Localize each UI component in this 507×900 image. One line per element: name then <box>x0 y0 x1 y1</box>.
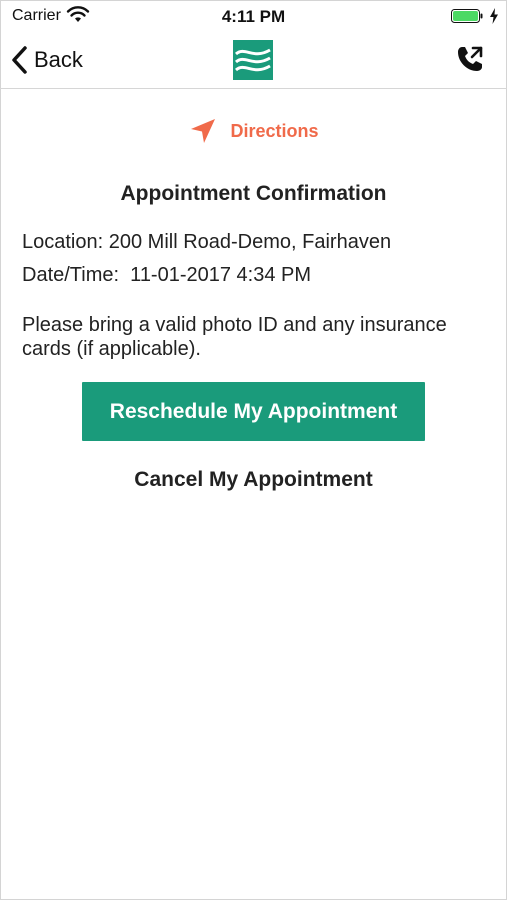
back-label: Back <box>34 47 83 72</box>
app-logo <box>233 40 273 80</box>
phone-call-icon[interactable] <box>455 44 485 74</box>
battery-icon <box>451 9 483 23</box>
instructions-text: Please bring a valid photo ID and any in… <box>22 314 447 360</box>
navigation-bar: Back <box>0 34 507 89</box>
cancel-appointment-button[interactable]: Cancel My Appointment <box>0 464 507 496</box>
back-button[interactable]: Back <box>10 42 83 78</box>
datetime-text: Date/Time: 11-01-2017 4:34 PM <box>22 264 312 286</box>
directions-label: Directions <box>230 120 319 141</box>
location-text: Location: 200 Mill Road-Demo, Fairhaven <box>22 231 392 253</box>
status-time: 4:11 PM <box>221 7 286 26</box>
navigation-arrow-icon <box>191 119 216 143</box>
chevron-left-icon <box>12 46 27 74</box>
page-title: Appointment Confirmation <box>120 182 387 205</box>
status-bar: Carrier 4:11 PM <box>0 0 507 34</box>
charging-bolt-icon <box>490 8 498 24</box>
directions-link[interactable]: Directions <box>0 116 507 146</box>
reschedule-button[interactable]: Reschedule My Appointment <box>82 382 425 441</box>
